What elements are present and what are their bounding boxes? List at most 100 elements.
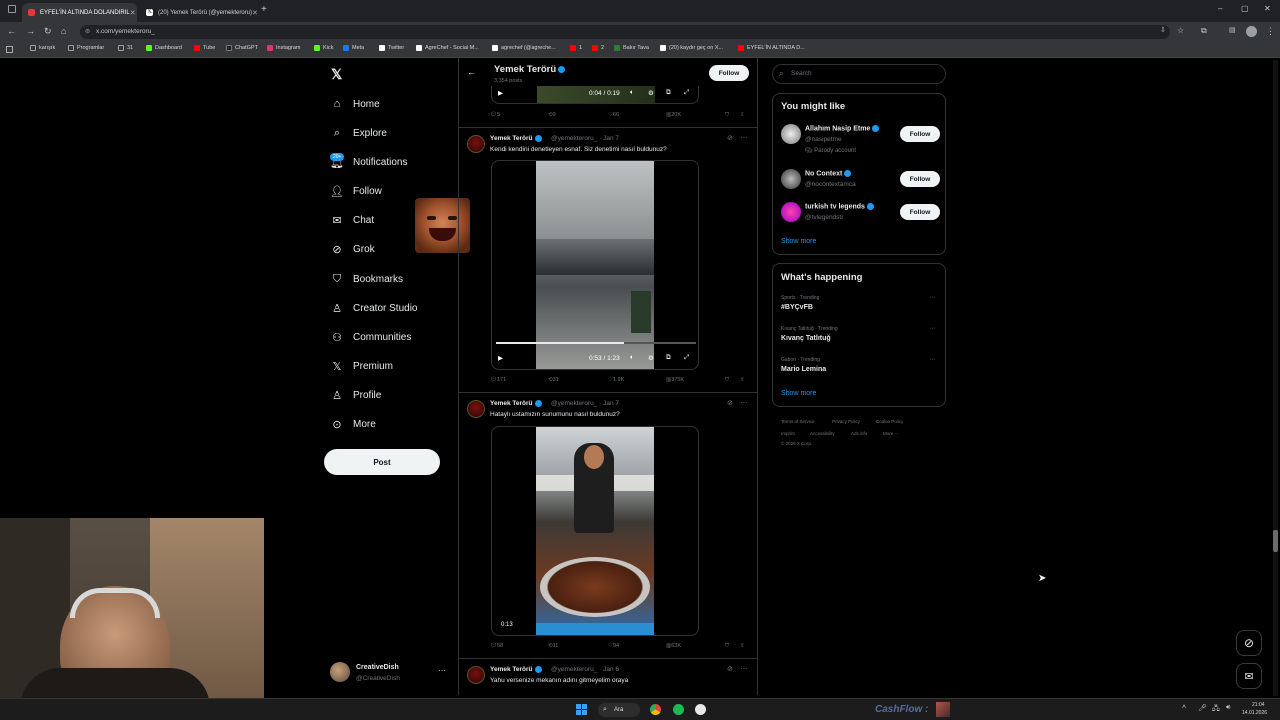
- back-arrow-icon[interactable]: ←: [467, 67, 476, 77]
- grok-icon[interactable]: ⊘: [1236, 630, 1262, 656]
- repost-button[interactable]: ⟲ 9: [548, 112, 556, 118]
- fullscreen-icon[interactable]: ⤢: [684, 354, 689, 362]
- tweet-video[interactable]: ▶ 0:53 / 1:23 🔈︎ ⚙ ⧉ ⤢: [491, 160, 699, 370]
- menu-icon[interactable]: ⋮: [1266, 26, 1275, 37]
- scrollbar-thumb[interactable]: [1273, 530, 1278, 552]
- bookmark-icon[interactable]: ⛉: [725, 643, 729, 650]
- windows-start-icon[interactable]: [576, 704, 587, 715]
- messages-icon[interactable]: ✉: [1236, 663, 1262, 689]
- taskbar-search[interactable]: ⌕ Ara: [598, 703, 640, 717]
- views-button[interactable]: ▥ 20K: [666, 112, 681, 118]
- maximize-icon[interactable]: ▢: [1241, 4, 1249, 13]
- share-icon[interactable]: ⇪: [740, 377, 745, 383]
- extensions-icon[interactable]: ⧉: [1201, 26, 1207, 36]
- suggestion-name[interactable]: Allahım Nasip Etme: [805, 125, 880, 132]
- pip-icon[interactable]: ⧉: [666, 354, 671, 362]
- bookmark-item[interactable]: Tube: [194, 45, 215, 51]
- bookmark-item[interactable]: 31: [118, 45, 133, 51]
- nav-item-premium[interactable]: 𝕏 Premium: [330, 356, 393, 376]
- trend-item[interactable]: Mario Lemina: [781, 366, 826, 373]
- close-window-icon[interactable]: ✕: [1264, 4, 1271, 13]
- close-tab-icon[interactable]: ✕: [130, 9, 136, 17]
- forward-icon[interactable]: →: [26, 26, 35, 36]
- reply-button[interactable]: 💬︎ 5: [490, 112, 500, 118]
- suggestion-name[interactable]: turkish tv legends: [805, 203, 874, 210]
- like-button[interactable]: ♡ 94: [608, 643, 619, 649]
- bookmark-item[interactable]: Dashboard: [146, 45, 182, 51]
- bookmark-item[interactable]: karışık: [30, 45, 55, 51]
- bookmark-item[interactable]: EYFEL'İN ALTINDA D...: [738, 45, 805, 51]
- follow-button[interactable]: Follow: [900, 204, 940, 220]
- share-icon[interactable]: ⇪: [740, 643, 745, 649]
- tab-search-icon[interactable]: [8, 5, 16, 13]
- reload-icon[interactable]: ↻: [44, 26, 52, 37]
- nav-item-more[interactable]: ⊙ More: [330, 414, 375, 434]
- trend-item[interactable]: #BYÇvFB: [781, 304, 813, 311]
- clock-time[interactable]: 21:04: [1252, 702, 1265, 708]
- fullscreen-icon[interactable]: ⤢: [684, 89, 689, 97]
- bookmark-item[interactable]: Bakır Tava: [614, 45, 649, 51]
- back-icon[interactable]: ←: [7, 26, 16, 36]
- footer-link[interactable]: Cookie Policy: [876, 419, 903, 424]
- bookmark-item[interactable]: AgreChef - Social M...: [416, 45, 479, 51]
- like-button[interactable]: ♡ 1.9K: [608, 377, 624, 383]
- follow-button[interactable]: Follow: [709, 65, 749, 81]
- bookmark-icon[interactable]: ⛉: [725, 112, 729, 119]
- footer-link[interactable]: Privacy Policy: [832, 419, 860, 424]
- footer-link[interactable]: Imprint: [781, 431, 795, 436]
- views-button[interactable]: ▥ 63K: [666, 643, 681, 649]
- bookmark-item[interactable]: Instagram: [267, 45, 300, 51]
- settings-icon[interactable]: ⚙: [648, 89, 654, 97]
- share-icon[interactable]: ⇪: [740, 112, 745, 118]
- network-icon[interactable]: 🖧: [1212, 704, 1220, 715]
- bookmark-item[interactable]: (20) kaydır geç on X...: [660, 45, 723, 51]
- tweet-author[interactable]: Yemek Terörü: [490, 666, 542, 673]
- avatar[interactable]: [467, 400, 485, 418]
- footer-link[interactable]: Accessibility: [810, 431, 835, 436]
- bookmark-item[interactable]: Kick: [314, 45, 333, 51]
- tweet-video[interactable]: 0:13: [491, 426, 699, 636]
- avatar[interactable]: [781, 124, 801, 144]
- profile-avatar[interactable]: [1246, 26, 1257, 37]
- x-logo-icon[interactable]: 𝕏: [331, 66, 342, 83]
- avatar[interactable]: [467, 666, 485, 684]
- new-tab-icon[interactable]: +: [261, 4, 267, 15]
- post-button[interactable]: Post: [324, 449, 440, 475]
- tweet-author[interactable]: Yemek Terörü: [490, 400, 542, 407]
- reply-button[interactable]: 💬︎ 58: [490, 643, 503, 649]
- app-icon[interactable]: [695, 704, 706, 715]
- footer-link[interactable]: More ···: [883, 431, 899, 436]
- nav-item-follow[interactable]: 👤︎ Follow: [330, 181, 382, 201]
- bookmark-item[interactable]: agrechef (@agreche...: [492, 45, 556, 51]
- trend-item[interactable]: Kıvanç Tatlıtuğ: [781, 335, 831, 342]
- tweet-author[interactable]: Yemek Terörü: [490, 135, 542, 142]
- nav-item-explore[interactable]: ⌕ Explore: [330, 123, 387, 143]
- reply-button[interactable]: 💬︎ 171: [490, 377, 506, 383]
- tweet-video[interactable]: ▶ 0:04 / 0:19 🔈︎ ⚙ ⧉ ⤢: [491, 86, 699, 104]
- install-icon[interactable]: ⇩: [1160, 26, 1166, 34]
- bookmark-item[interactable]: Meta: [343, 45, 364, 51]
- search-input[interactable]: ⌕ Search: [772, 64, 946, 84]
- show-more-link[interactable]: Show more: [781, 238, 816, 245]
- footer-link[interactable]: Terms of Service: [781, 419, 815, 424]
- browser-tab[interactable]: 𝕏 (20) Yemek Terörü (@yemekteroru) ✕: [140, 3, 258, 22]
- nav-item-profile[interactable]: ♙ Profile: [330, 385, 381, 405]
- volume-icon[interactable]: 🔈︎: [630, 354, 634, 362]
- play-icon[interactable]: ▶: [498, 89, 503, 97]
- avatar[interactable]: [781, 202, 801, 222]
- more-dots-icon[interactable]: ···: [929, 325, 936, 332]
- scrollbar[interactable]: [1273, 60, 1278, 696]
- more-dots-icon[interactable]: ···: [740, 133, 748, 142]
- like-button[interactable]: ♡ 66: [608, 112, 619, 118]
- more-dots-icon[interactable]: ···: [929, 294, 936, 301]
- pip-icon[interactable]: ⧉: [666, 89, 671, 97]
- nav-item-home[interactable]: ⌂ Home: [330, 94, 380, 114]
- chrome-icon[interactable]: [650, 704, 661, 715]
- nav-item-creator-studio[interactable]: ♙ Creator Studio: [330, 298, 417, 318]
- site-info-icon[interactable]: ⊜: [85, 25, 90, 39]
- star-icon[interactable]: ☆: [1177, 26, 1184, 35]
- close-tab-icon[interactable]: ✕: [252, 9, 258, 17]
- minimize-icon[interactable]: –: [1218, 4, 1222, 13]
- volume-icon[interactable]: 🔊︎: [1226, 704, 1230, 712]
- footer-link[interactable]: Ads info: [851, 431, 867, 436]
